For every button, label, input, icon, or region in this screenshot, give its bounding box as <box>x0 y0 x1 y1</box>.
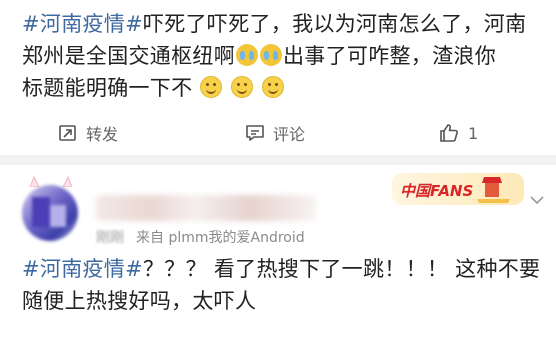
chevron-down-icon[interactable] <box>530 195 544 205</box>
avatar <box>22 185 78 241</box>
post-line-3: 标题能明确一下不 <box>22 76 193 100</box>
comment-body: #河南疫情#？？？ 看了热搜下了一跳！！！ 这种不要 随便上热搜好吗，太吓人 <box>22 253 542 317</box>
post-line-2b: 出事了可咋整，渣浪你 <box>283 44 496 68</box>
comment-meta: 刚刚 来自 plmm我的爱Android <box>96 227 305 247</box>
post-body: #河南疫情#吓死了吓死了，我以为河南怎么了，河南 郑州是全国交通枢纽啊 出事了可咋… <box>22 8 542 104</box>
comment-label: 评论 <box>273 125 306 144</box>
thumbs-up-icon <box>440 124 458 142</box>
china-fans-badge-icon: 中国FANS <box>392 173 524 205</box>
like-count: 1 <box>468 123 479 143</box>
post-line-1: 吓死了吓死了，我以为河南怎么了，河南 <box>143 12 527 36</box>
comment-card: 刚刚 来自 plmm我的爱Android 中国FANS #河南疫情#？？？ 看了热… <box>0 165 556 349</box>
comment-hashtag[interactable]: #河南疫情# <box>22 257 143 281</box>
comment-source: 来自 plmm我的爱Android <box>136 230 305 246</box>
crying-emoji-icon <box>236 44 258 66</box>
username-blurred[interactable] <box>96 195 316 221</box>
section-divider <box>0 155 556 165</box>
post-line-2a: 郑州是全国交通枢纽啊 <box>22 44 235 68</box>
smile-emoji-icon <box>231 76 254 98</box>
fans-badge-label: 中国FANS <box>400 182 473 200</box>
comment-icon <box>246 125 264 141</box>
post-hashtag[interactable]: #河南疫情# <box>22 12 143 36</box>
repost-icon <box>59 125 76 141</box>
like-button[interactable]: 1 <box>438 116 478 150</box>
comment-line-2: 随便上热搜好吗，太吓人 <box>22 289 257 313</box>
avatar-container[interactable] <box>22 175 80 245</box>
comment-time: 刚刚 <box>96 230 124 246</box>
crying-emoji-icon <box>260 44 282 66</box>
smile-emoji-icon <box>262 76 285 98</box>
weibo-post: #河南疫情#吓死了吓死了，我以为河南怎么了，河南 郑州是全国交通枢纽啊 出事了可咋… <box>0 0 556 152</box>
smile-emoji-icon <box>200 76 223 98</box>
repost-button[interactable]: 转发 <box>58 116 118 150</box>
post-action-bar: 转发 评论 1 <box>0 116 556 150</box>
comment-line-1: ？？？ 看了热搜下了一跳！！！ 这种不要 <box>143 257 541 281</box>
repost-label: 转发 <box>86 125 119 144</box>
comment-button[interactable]: 评论 <box>245 116 305 150</box>
